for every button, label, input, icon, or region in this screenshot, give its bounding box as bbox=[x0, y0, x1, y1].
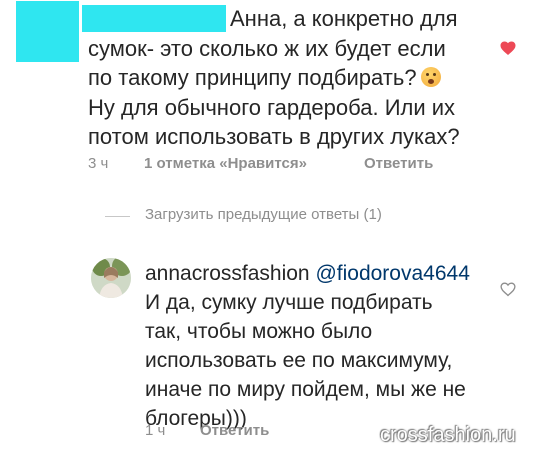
comment-line-2: сумок- это сколько ж их будет если bbox=[88, 35, 446, 61]
comment-reply-button[interactable]: Ответить bbox=[364, 155, 433, 172]
reply-text: annacrossfashion @fiodorova4644 И да, сум… bbox=[145, 259, 490, 433]
comment-line-3: по такому принципу подбирать? bbox=[88, 65, 417, 90]
reply-avatar[interactable] bbox=[91, 258, 131, 298]
load-previous-replies-button[interactable]: Загрузить предыдущие ответы (1) bbox=[145, 206, 382, 223]
reply-time: 1 ч bbox=[145, 422, 166, 439]
reply-line-1: И да, сумку лучше подбирать bbox=[145, 291, 433, 314]
reply-line-3: использовать ее по максимуму, bbox=[145, 349, 453, 372]
reply-mention[interactable]: @fiodorova4644 bbox=[315, 262, 469, 285]
reply-line-4: иначе по миру пойдем, мы же не bbox=[145, 378, 466, 401]
reply-line-2: так, чтобы можно было bbox=[145, 320, 373, 343]
heart-outline-icon[interactable] bbox=[499, 280, 517, 298]
avatar-photo bbox=[91, 258, 131, 298]
comment-time: 3 ч bbox=[88, 155, 109, 172]
commenter-avatar-redacted[interactable] bbox=[16, 1, 79, 62]
divider-line bbox=[105, 216, 130, 217]
heart-filled-icon[interactable] bbox=[499, 39, 517, 57]
comment-likes-link[interactable]: 1 отметка «Нравится» bbox=[144, 155, 307, 172]
comment-line-5: потом использовать в других луках? bbox=[88, 124, 460, 149]
slightly-frowning-face-emoji-icon bbox=[420, 67, 441, 87]
reply-username[interactable]: annacrossfashion bbox=[145, 262, 310, 285]
watermark-text: crossfashion.ru bbox=[380, 424, 516, 446]
comment-line-1: Анна, а конкретно для bbox=[230, 6, 458, 31]
comment-line-4: Ну для обычного гардероба. Или их bbox=[88, 94, 456, 120]
reply-reply-button[interactable]: Ответить bbox=[200, 422, 269, 439]
comment-text: Анна, а конкретно для сумок- это сколько… bbox=[88, 4, 493, 152]
